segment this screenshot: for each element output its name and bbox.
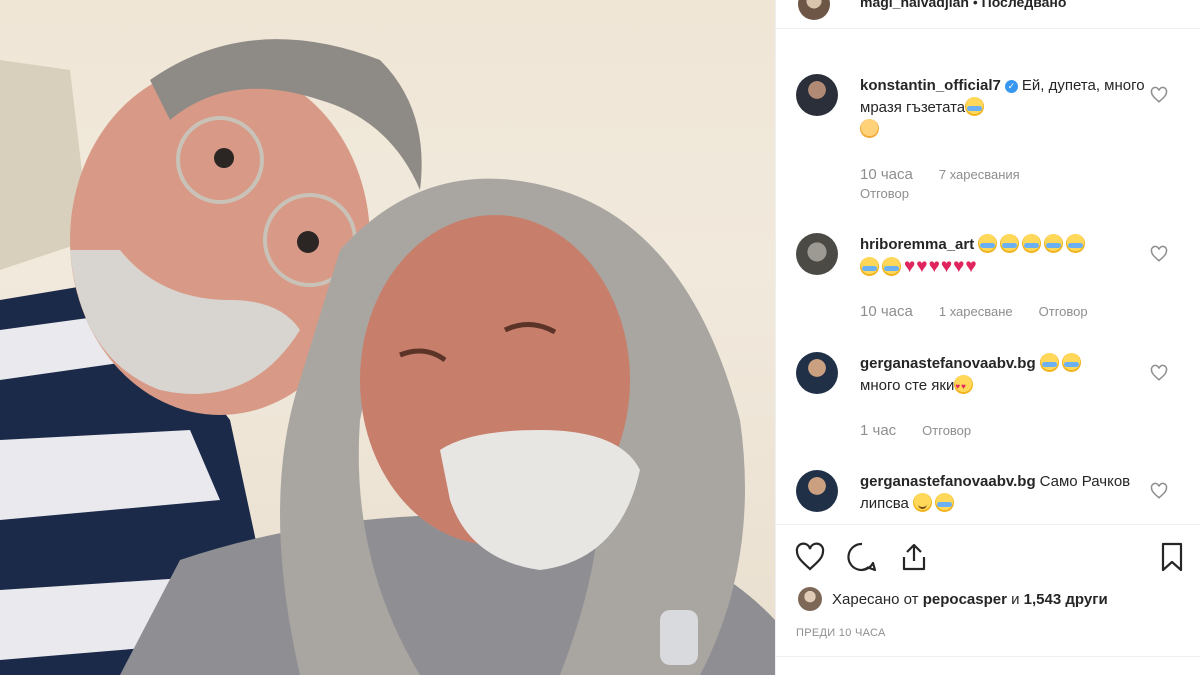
crying-laughing-emoji-icon bbox=[1061, 353, 1081, 372]
likes-joiner: и bbox=[1011, 590, 1020, 608]
crying-laughing-emoji-icon bbox=[1022, 234, 1042, 253]
liker-username[interactable]: pepocasper bbox=[923, 591, 1007, 608]
blushing-emoji-icon bbox=[860, 119, 879, 138]
comment-time[interactable]: 10 часа bbox=[860, 166, 913, 183]
heart-eyes-emoji-icon bbox=[954, 375, 974, 398]
heart-outline-icon[interactable] bbox=[794, 541, 826, 573]
crying-laughing-emoji-icon bbox=[978, 234, 998, 253]
crying-laughing-emoji-icon bbox=[935, 493, 955, 512]
post-timestamp[interactable]: ПРЕДИ 10 ЧАСА bbox=[796, 627, 886, 639]
author-username[interactable]: magi_halvadjian bbox=[860, 0, 969, 10]
comment-meta: 1 час Отговор bbox=[860, 422, 997, 439]
red-heart-emoji-icon: ♥ bbox=[940, 256, 953, 277]
comment-message: много сте яки bbox=[860, 377, 955, 394]
bookmark-icon[interactable] bbox=[1156, 541, 1188, 573]
crying-laughing-emoji-icon bbox=[882, 257, 901, 276]
comment-text: gerganastefanovaabv.bg много сте яки bbox=[860, 353, 1150, 398]
crying-laughing-emoji-icon bbox=[965, 97, 985, 116]
commenter-avatar[interactable] bbox=[796, 233, 838, 275]
smiling-emoji-icon bbox=[913, 493, 933, 512]
selfie-image bbox=[0, 39, 775, 675]
author-line: magi_halvadjian • Последвано bbox=[860, 0, 1066, 10]
verified-badge-icon: ✓ bbox=[1004, 80, 1018, 93]
crying-laughing-emoji-icon bbox=[1066, 234, 1086, 253]
crying-laughing-emoji-icon bbox=[1044, 234, 1064, 253]
comment-time[interactable]: 1 час bbox=[860, 422, 896, 439]
red-heart-emoji-icon: ♥ bbox=[916, 256, 928, 277]
commenter-username[interactable]: gerganastefanovaabv.bg bbox=[860, 355, 1036, 372]
likes-prefix: Харесано от bbox=[832, 590, 919, 608]
comment-meta: 10 часа 1 харесване Отговор bbox=[860, 303, 1114, 320]
comment-text: gerganastefanovaabv.bg Само Рачков липсва bbox=[860, 471, 1150, 515]
crying-laughing-emoji-icon bbox=[1039, 353, 1059, 372]
header-separator: • bbox=[968, 0, 982, 10]
follow-status-button[interactable]: Последвано bbox=[982, 0, 1067, 10]
comment-like-heart-icon[interactable] bbox=[1150, 482, 1168, 500]
comment-like-heart-icon[interactable] bbox=[1150, 86, 1168, 104]
commenter-avatar[interactable] bbox=[796, 470, 838, 512]
comment-text: hriboremma_art ♥♥♥♥♥♥ bbox=[860, 234, 1150, 279]
comment-like-heart-icon[interactable] bbox=[1150, 245, 1168, 263]
speech-bubble-icon[interactable] bbox=[846, 541, 878, 573]
liker-avatar[interactable] bbox=[798, 587, 822, 611]
add-comment-area[interactable] bbox=[776, 656, 1200, 677]
post-header: magi_halvadjian • Последвано bbox=[776, 0, 1200, 29]
post-actions: Харесано от pepocasper и 1,543 други ПРЕ… bbox=[776, 524, 1200, 676]
comments-list[interactable]: konstantin_official7 ✓ Ей, дупета, много м… bbox=[776, 29, 1200, 524]
likes-others-count[interactable]: 1,543 други bbox=[1024, 591, 1108, 608]
commenter-username[interactable]: hriboremma_art bbox=[860, 236, 974, 253]
red-heart-emoji-icon: ♥ bbox=[953, 256, 965, 277]
red-heart-emoji-icon: ♥ bbox=[928, 256, 940, 277]
reply-button[interactable]: Отговор bbox=[1039, 304, 1088, 319]
comment-time[interactable]: 10 часа bbox=[860, 303, 913, 320]
reply-button[interactable]: Отговор bbox=[860, 186, 909, 201]
comment-reply-row: Отговор bbox=[860, 186, 935, 201]
share-icon[interactable] bbox=[898, 541, 930, 573]
commenter-username[interactable]: gerganastefanovaabv.bg bbox=[860, 473, 1036, 490]
commenter-avatar[interactable] bbox=[796, 352, 838, 394]
comment-meta: 10 часа 7 харесвания bbox=[860, 166, 1046, 183]
comment-like-count[interactable]: 7 харесвания bbox=[939, 167, 1020, 182]
comment-text: konstantin_official7 ✓ Ей, дупета, много м… bbox=[860, 75, 1150, 141]
red-heart-emoji-icon: ♥ bbox=[904, 256, 916, 277]
red-heart-emoji-icon: ♥ bbox=[965, 256, 977, 277]
commenter-avatar[interactable] bbox=[796, 74, 838, 116]
post-photo[interactable] bbox=[0, 0, 775, 675]
commenter-username[interactable]: konstantin_official7 bbox=[860, 77, 1001, 94]
post-side-panel: magi_halvadjian • Последвано konstantin_… bbox=[775, 0, 1200, 675]
comment-like-heart-icon[interactable] bbox=[1150, 364, 1168, 382]
crying-laughing-emoji-icon bbox=[860, 257, 879, 276]
author-avatar[interactable] bbox=[798, 0, 830, 20]
comment-like-count[interactable]: 1 харесване bbox=[939, 304, 1013, 319]
crying-laughing-emoji-icon bbox=[1000, 234, 1020, 253]
likes-summary: Харесано от pepocasper и 1,543 други bbox=[798, 587, 1108, 611]
reply-button[interactable]: Отговор bbox=[922, 423, 971, 438]
